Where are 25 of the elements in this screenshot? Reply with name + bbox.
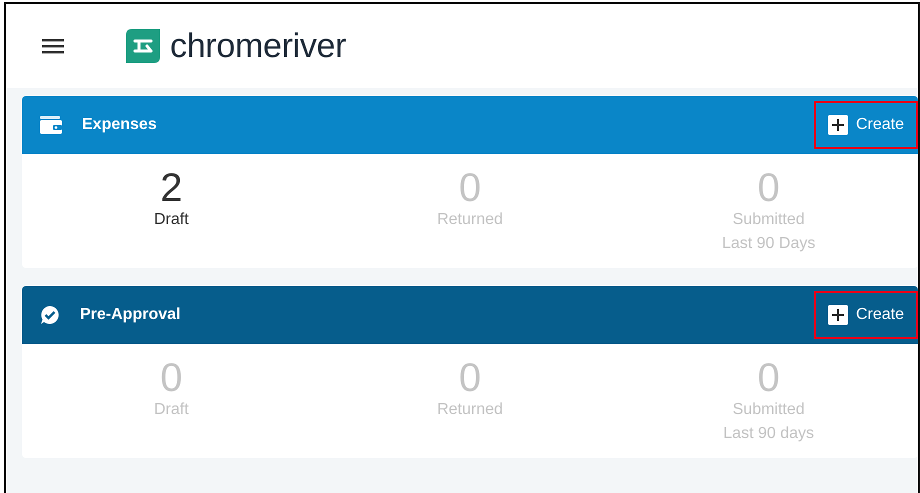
wallet-icon	[40, 116, 62, 134]
stat-label: Submitted	[732, 400, 805, 420]
stat-label: Submitted	[732, 210, 805, 230]
stat-label: Returned	[437, 210, 503, 230]
plus-icon	[828, 305, 848, 325]
plus-icon	[828, 115, 848, 135]
stat-label: Returned	[437, 400, 503, 420]
stat-label: Draft	[154, 210, 189, 230]
stat-count: 0	[458, 168, 482, 208]
stat-sublabel: Last 90 days	[723, 424, 814, 444]
check-bubble-icon	[40, 305, 60, 325]
create-button[interactable]: Create	[814, 101, 918, 149]
stat-count: 0	[758, 168, 780, 208]
stat-count: 0	[758, 358, 780, 398]
stat-label: Draft	[154, 400, 189, 420]
stat-count: 0	[458, 358, 482, 398]
brand-name: chromeriver	[170, 26, 346, 66]
menu-icon[interactable]	[42, 38, 64, 54]
stat-count: 2	[160, 168, 182, 208]
create-button[interactable]: Create	[814, 291, 918, 339]
logo-icon	[126, 29, 160, 63]
stat-sublabel: Last 90 Days	[722, 234, 816, 254]
card-title: Expenses	[82, 116, 158, 134]
card-title: Pre-Approval	[80, 306, 182, 324]
stat-count: 0	[160, 358, 182, 398]
